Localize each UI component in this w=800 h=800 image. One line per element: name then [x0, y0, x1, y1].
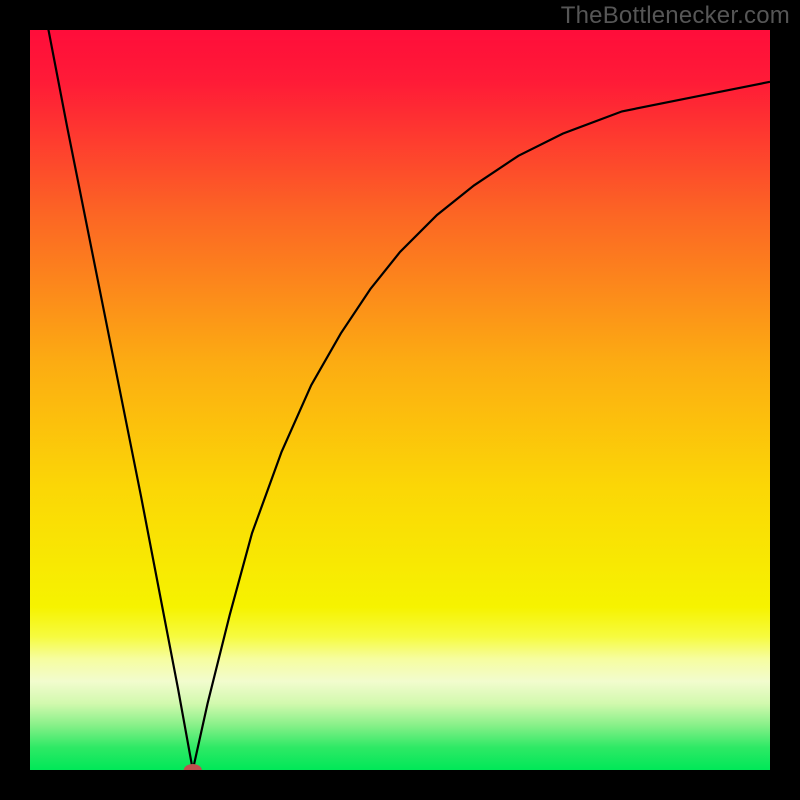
plot-area [30, 30, 770, 770]
chart-frame: TheBottlenecker.com [0, 0, 800, 800]
plot-svg [30, 30, 770, 770]
watermark-text: TheBottlenecker.com [561, 2, 790, 30]
gradient-background [30, 30, 770, 770]
